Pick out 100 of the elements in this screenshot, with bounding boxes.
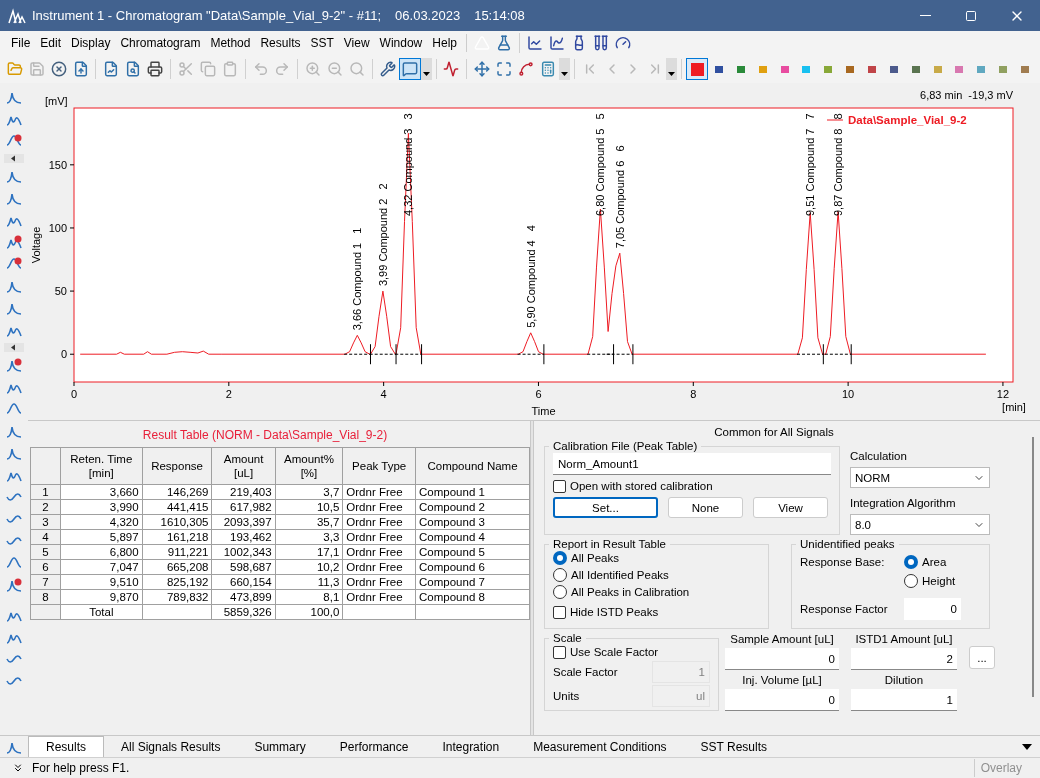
- y-tick: 0: [60, 348, 75, 361]
- peak-remove-icon[interactable]: [6, 357, 22, 373]
- table-cell: Compound 6: [415, 559, 530, 575]
- peak-icon[interactable]: [6, 555, 22, 571]
- column-header[interactable]: Compound Name: [415, 447, 530, 485]
- table-cell: 789,832: [142, 589, 212, 605]
- menu-item[interactable]: Display: [66, 32, 116, 54]
- radio-label: All Peaks in Calibration: [571, 585, 690, 599]
- peak-label: 5,90 Compound 4 4: [524, 225, 537, 328]
- x-tick: 12: [996, 381, 1010, 400]
- color-swatch[interactable]: [686, 58, 709, 80]
- checkbox[interactable]: [553, 605, 566, 619]
- calculation-dropdown[interactable]: NORM: [850, 467, 990, 488]
- radio-label: Area: [922, 555, 947, 569]
- menu-item[interactable]: Results: [255, 32, 306, 54]
- table-cell: 3,3: [275, 529, 343, 545]
- menu-item[interactable]: Edit: [35, 32, 67, 54]
- button[interactable]: View: [753, 497, 828, 518]
- field-label: Scale Factor: [553, 665, 618, 679]
- number-field[interactable]: 0: [725, 689, 839, 711]
- help-bubble-icon[interactable]: [398, 58, 421, 80]
- table-cell: 10,5: [275, 499, 343, 515]
- table-cell: 10,2: [275, 559, 343, 575]
- expand-icon[interactable]: [12, 762, 24, 774]
- radio-button[interactable]: [904, 574, 918, 588]
- radio-button[interactable]: [553, 551, 567, 565]
- menu-item[interactable]: View: [338, 32, 375, 54]
- menu-item[interactable]: Window: [374, 32, 428, 54]
- peak-label: 9,51 Compound 7 7: [804, 113, 817, 216]
- radio-button[interactable]: [553, 585, 567, 599]
- radio-label: Height: [922, 574, 956, 588]
- y-tick-label: 50: [54, 285, 67, 298]
- number-field[interactable]: 2: [851, 648, 957, 670]
- tab[interactable]: Summary: [237, 736, 323, 757]
- menu-item[interactable]: Method: [205, 32, 256, 54]
- tab[interactable]: Results: [28, 736, 104, 757]
- x-tick-label: 6: [535, 388, 542, 400]
- tab[interactable]: SST Results: [683, 736, 785, 757]
- tab[interactable]: Measurement Conditions: [516, 736, 684, 757]
- table-cell: 9,510: [60, 574, 143, 590]
- table-cell: Compound 7: [415, 574, 530, 590]
- column-header[interactable]: Response: [142, 447, 212, 485]
- menu-item[interactable]: Help: [427, 32, 462, 54]
- menu-item[interactable]: Chromatogram: [115, 32, 206, 54]
- cursor-readout: 6,83 min -19,3 mV: [920, 89, 1013, 101]
- number-field[interactable]: 1: [851, 689, 957, 711]
- x-tick: 8: [690, 381, 697, 400]
- table-cell: Compound 4: [415, 529, 530, 545]
- text-field[interactable]: Norm_Amount1: [553, 453, 831, 475]
- checkbox[interactable]: [553, 645, 566, 659]
- tab-menu-arrow-icon[interactable]: [1022, 743, 1032, 750]
- button[interactable]: None: [668, 497, 743, 518]
- status-message: For help press F1.: [32, 760, 130, 777]
- y-tick: 50: [54, 285, 75, 298]
- table-cell: 7,047: [60, 559, 143, 575]
- table-cell: 161,218: [142, 529, 212, 545]
- table-cell: 146,269: [142, 484, 212, 500]
- table-cell: Compound 8: [415, 589, 530, 605]
- column-header[interactable]: Peak Type: [342, 447, 416, 485]
- y-tick-label: 0: [60, 348, 67, 361]
- radio-button[interactable]: [904, 555, 918, 569]
- table-cell: 825,192: [142, 574, 212, 590]
- number-field[interactable]: 0: [904, 598, 961, 620]
- peak-label: 3,99 Compound 2 2: [376, 183, 389, 287]
- menu-item[interactable]: SST: [305, 32, 339, 54]
- window-date: 06.03.2023: [395, 6, 461, 25]
- number-field[interactable]: 0: [725, 648, 839, 670]
- peak-remove-icon[interactable]: [6, 577, 22, 593]
- menu-item[interactable]: File: [6, 32, 36, 54]
- button[interactable]: Set...: [553, 497, 658, 518]
- table-cell: Ordnr Free: [342, 559, 416, 575]
- peak-icon[interactable]: [6, 401, 22, 417]
- table-cell: Compound 2: [415, 499, 530, 515]
- group-title: Calibration File (Peak Table): [553, 440, 698, 452]
- more-button[interactable]: ...: [969, 646, 995, 669]
- scrollbar[interactable]: [1032, 437, 1034, 697]
- table-cell: Ordnr Free: [342, 574, 416, 590]
- table-cell: 617,982: [212, 499, 276, 515]
- table-cell: Ordnr Free: [342, 499, 416, 515]
- checkbox[interactable]: [553, 479, 566, 493]
- checkbox-label: Hide ISTD Peaks: [570, 605, 659, 619]
- column-header[interactable]: Amount [uL]: [212, 447, 276, 485]
- table-cell: Ordnr Free: [342, 484, 416, 500]
- y-tick-label: 150: [48, 158, 67, 171]
- table-cell: 2093,397: [212, 514, 276, 530]
- tab[interactable]: All Signals Results: [104, 736, 238, 757]
- tab[interactable]: Performance: [322, 736, 426, 757]
- table-cell: 1002,343: [212, 544, 276, 560]
- algorithm-dropdown[interactable]: 8.0: [850, 514, 990, 535]
- axis-unit: [mV]: [45, 95, 68, 107]
- window-title: Instrument 1 - Chromatogram "Data\Sample_Vial_9-2" - #11;: [32, 6, 382, 25]
- peak-remove-icon[interactable]: [6, 256, 22, 272]
- column-header[interactable]: Reten. Time [min]: [60, 447, 143, 485]
- column-header[interactable]: Amount% [%]: [275, 447, 343, 485]
- table-cell: 100,0: [275, 604, 343, 620]
- radio-button[interactable]: [553, 568, 567, 582]
- radio-label: All Identified Peaks: [571, 568, 669, 582]
- tab[interactable]: Integration: [425, 736, 517, 757]
- peak-remove-icon[interactable]: [6, 133, 22, 149]
- peak-remove-icon[interactable]: [6, 234, 22, 250]
